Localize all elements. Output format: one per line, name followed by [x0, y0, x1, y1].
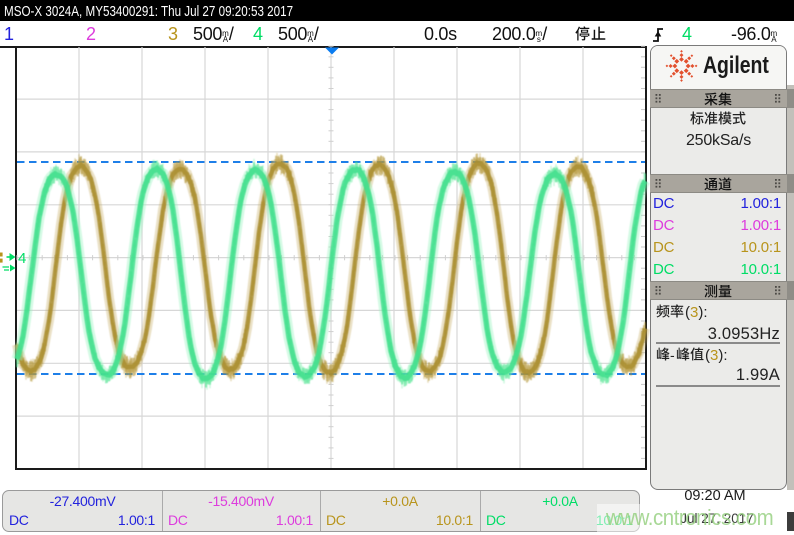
svg-text:4: 4 [18, 250, 26, 267]
